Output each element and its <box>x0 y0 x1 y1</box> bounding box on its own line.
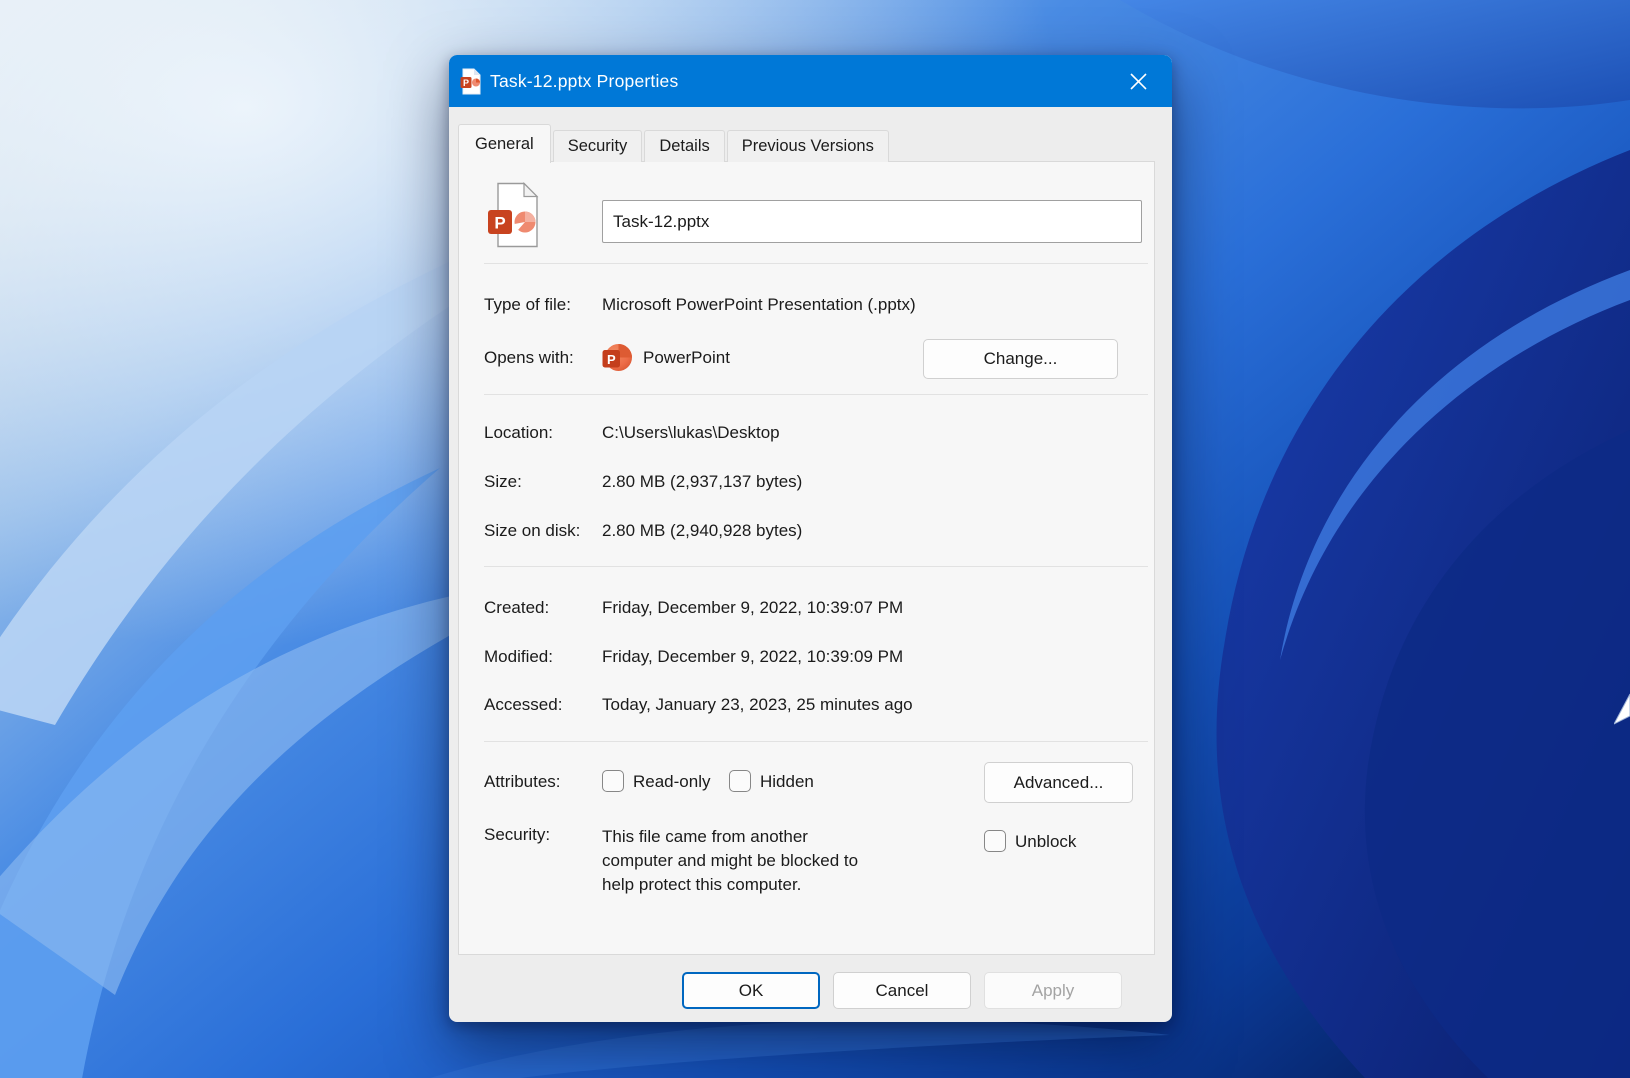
security-description-line: help protect this computer. <box>602 873 858 897</box>
advanced-button[interactable]: Advanced... <box>984 762 1133 803</box>
size-label: Size: <box>484 472 522 492</box>
security-description-line: computer and might be blocked to <box>602 849 858 873</box>
size-on-disk-label: Size on disk: <box>484 521 580 541</box>
mouse-cursor <box>1614 692 1630 732</box>
properties-dialog: P Task-12.pptx Properties General Securi… <box>449 55 1172 1022</box>
close-button[interactable] <box>1112 55 1164 107</box>
change-button[interactable]: Change... <box>923 339 1118 379</box>
opens-with-value: PowerPoint <box>643 348 730 368</box>
apply-button[interactable]: Apply <box>984 972 1122 1009</box>
type-of-file-value: Microsoft PowerPoint Presentation (.pptx… <box>602 295 916 315</box>
tab-previous-versions[interactable]: Previous Versions <box>727 130 889 162</box>
security-description-line: This file came from another <box>602 825 858 849</box>
accessed-label: Accessed: <box>484 695 562 715</box>
accessed-value: Today, January 23, 2023, 25 minutes ago <box>602 695 913 715</box>
unblock-checkbox[interactable] <box>984 830 1006 852</box>
created-value: Friday, December 9, 2022, 10:39:07 PM <box>602 598 903 618</box>
location-label: Location: <box>484 423 553 443</box>
unblock-checkbox-label[interactable]: Unblock <box>1015 832 1076 852</box>
hidden-checkbox[interactable] <box>729 770 751 792</box>
pptx-file-icon-large: P <box>487 182 541 248</box>
security-label: Security: <box>484 825 550 845</box>
location-value: C:\Users\lukas\Desktop <box>602 423 780 443</box>
tab-general[interactable]: General <box>458 124 551 163</box>
ok-button[interactable]: OK <box>682 972 820 1009</box>
opens-with-label: Opens with: <box>484 348 574 368</box>
readonly-checkbox-label[interactable]: Read-only <box>633 772 711 792</box>
separator <box>484 741 1148 742</box>
svg-text:P: P <box>463 78 469 88</box>
filename-input[interactable] <box>602 200 1142 243</box>
powerpoint-app-icon: P <box>602 342 633 373</box>
hidden-checkbox-label[interactable]: Hidden <box>760 772 814 792</box>
desktop-wallpaper: P Task-12.pptx Properties General Securi… <box>0 0 1630 1078</box>
tab-security[interactable]: Security <box>553 130 643 162</box>
created-label: Created: <box>484 598 549 618</box>
size-on-disk-value: 2.80 MB (2,940,928 bytes) <box>602 521 802 541</box>
readonly-checkbox[interactable] <box>602 770 624 792</box>
separator <box>484 263 1148 264</box>
size-value: 2.80 MB (2,937,137 bytes) <box>602 472 802 492</box>
tab-strip: General Security Details Previous Versio… <box>458 123 891 162</box>
svg-text:P: P <box>494 214 505 233</box>
security-description: This file came from another computer and… <box>602 825 858 897</box>
modified-value: Friday, December 9, 2022, 10:39:09 PM <box>602 647 903 667</box>
separator <box>484 566 1148 567</box>
separator <box>484 394 1148 395</box>
tab-details[interactable]: Details <box>644 130 724 162</box>
close-icon <box>1129 72 1148 91</box>
dialog-title: Task-12.pptx Properties <box>490 71 678 92</box>
modified-label: Modified: <box>484 647 553 667</box>
attributes-label: Attributes: <box>484 772 561 792</box>
pptx-file-icon-small: P <box>460 68 481 95</box>
type-of-file-label: Type of file: <box>484 295 571 315</box>
dialog-titlebar[interactable]: P Task-12.pptx Properties <box>449 55 1172 107</box>
cancel-button[interactable]: Cancel <box>833 972 971 1009</box>
general-tab-page: P Type of file: Microsoft PowerPoint Pre… <box>458 161 1155 955</box>
svg-text:P: P <box>607 352 616 367</box>
